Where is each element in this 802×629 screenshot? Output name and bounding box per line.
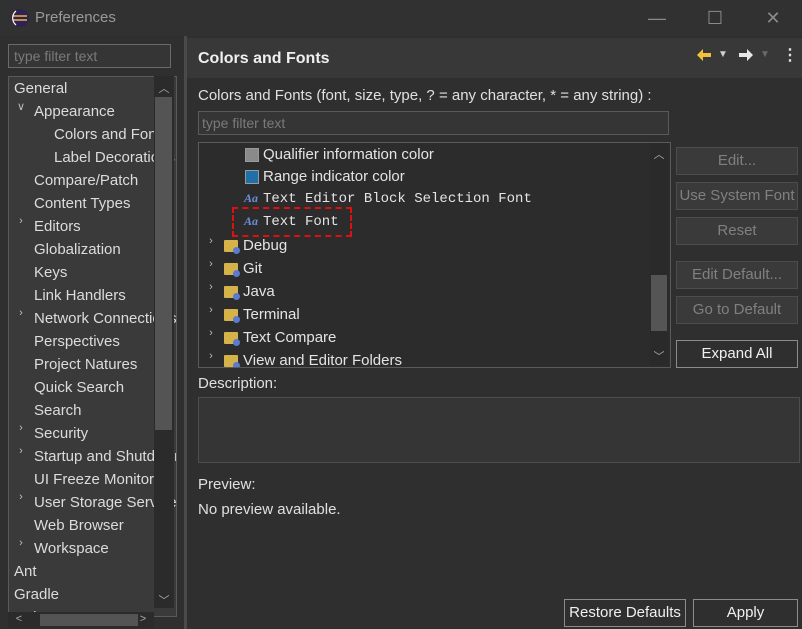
tree-item[interactable]: Globalization — [34, 238, 121, 261]
tree-item[interactable]: Keys — [34, 261, 67, 284]
expand-all-button[interactable]: Expand All — [676, 340, 798, 368]
category-folder-icon — [224, 263, 240, 277]
color-swatch-icon — [245, 170, 259, 184]
maximize-button[interactable]: ☐ — [692, 2, 738, 34]
colors-tree-scrollbar[interactable] — [650, 143, 668, 365]
chevron-right-icon[interactable]: › — [204, 258, 218, 281]
go-to-default-button[interactable]: Go to Default — [676, 296, 798, 324]
color-swatch-icon — [245, 148, 259, 162]
filter-hint: Colors and Fonts (font, size, type, ? = … — [198, 87, 652, 104]
tree-item[interactable]: Gradle — [14, 583, 59, 606]
restore-defaults-button[interactable]: Restore Defaults — [564, 599, 686, 627]
chevron-right-icon[interactable]: › — [204, 327, 218, 350]
category-folder-icon — [224, 332, 240, 346]
preview-label: Preview: — [198, 476, 256, 493]
tree-item[interactable]: General — [14, 77, 67, 100]
category-folder-icon — [224, 355, 240, 367]
chevron-right-icon[interactable]: › — [204, 281, 218, 304]
chevron-right-icon[interactable]: › — [14, 537, 28, 560]
tree-item[interactable]: Workspace — [34, 537, 109, 560]
category-item[interactable]: View and Editor Folders — [243, 350, 402, 367]
back-menu-chevron-icon[interactable]: ▼ — [718, 49, 728, 60]
tree-item[interactable]: Project Natures — [34, 353, 137, 376]
tree-item[interactable]: Ant — [14, 560, 37, 583]
colors-tree-scroll-thumb[interactable] — [651, 275, 667, 331]
tree-item[interactable]: Compare/Patch — [34, 169, 138, 192]
tree-item[interactable]: Link Handlers — [34, 284, 126, 307]
category-folder-icon — [224, 240, 240, 254]
chevron-right-icon[interactable]: › — [204, 235, 218, 258]
category-item[interactable]: Debug — [243, 235, 287, 257]
apply-button[interactable]: Apply — [693, 599, 798, 627]
chevron-right-icon[interactable]: › — [14, 422, 28, 445]
chevron-right-icon[interactable]: › — [14, 215, 28, 238]
scroll-right-icon[interactable]: > — [136, 613, 150, 625]
chevron-right-icon[interactable]: › — [14, 445, 28, 468]
category-folder-icon — [224, 309, 240, 323]
pane-divider[interactable] — [184, 36, 187, 629]
category-item[interactable]: Terminal — [243, 304, 300, 326]
color-item[interactable]: Qualifier information color — [263, 144, 434, 166]
annotation-highlight-box — [232, 207, 352, 237]
font-icon: Aa — [244, 191, 259, 205]
page-title: Colors and Fonts — [198, 50, 330, 67]
tree-item[interactable]: Search — [34, 399, 82, 422]
tree-item[interactable]: Colors and Fonts — [54, 123, 168, 146]
edit-default-button[interactable]: Edit Default... — [676, 261, 798, 289]
tree-item[interactable]: Security — [34, 422, 88, 445]
minimize-button[interactable]: — — [634, 2, 680, 34]
chevron-right-icon[interactable]: › — [14, 491, 28, 514]
tree-item[interactable]: Web Browser — [34, 514, 124, 537]
title-bar — [0, 0, 802, 36]
preference-tree: General ∨ Appearance Colors and Fonts Label … — [8, 76, 177, 617]
edit-button[interactable]: Edit... — [676, 147, 798, 175]
tree-hscroll-thumb[interactable] — [40, 614, 138, 626]
tree-scroll-thumb[interactable] — [155, 97, 172, 430]
colors-filter-input[interactable] — [198, 111, 669, 135]
reset-button[interactable]: Reset — [676, 217, 798, 245]
scroll-left-icon[interactable]: < — [12, 613, 26, 625]
colors-fonts-tree: Qualifier information color Range indicat… — [198, 142, 671, 368]
description-label: Description: — [198, 375, 278, 392]
forward-arrow-icon[interactable] — [738, 48, 754, 62]
scroll-down-icon[interactable]: ﹀ — [156, 592, 172, 608]
close-button[interactable]: ✕ — [750, 2, 796, 34]
chevron-right-icon[interactable]: › — [14, 307, 28, 330]
window-title: Preferences — [35, 9, 116, 26]
forward-menu-chevron-icon[interactable]: ▼ — [760, 49, 770, 60]
eclipse-icon — [11, 9, 29, 27]
category-item[interactable]: Java — [243, 281, 275, 303]
description-box — [198, 397, 800, 463]
tree-item[interactable]: Editors — [34, 215, 81, 238]
tree-item[interactable]: Quick Search — [34, 376, 124, 399]
tree-item[interactable]: Content Types — [34, 192, 130, 215]
chevron-right-icon[interactable]: › — [204, 350, 218, 367]
category-item[interactable]: Git — [243, 258, 262, 280]
category-item[interactable]: Text Compare — [243, 327, 336, 349]
chevron-right-icon[interactable]: › — [204, 304, 218, 327]
scroll-up-icon[interactable]: ︿ — [156, 80, 172, 96]
category-folder-icon — [224, 286, 240, 300]
vertical-dots-icon[interactable]: ⋮ — [782, 45, 798, 65]
tree-item[interactable]: Perspectives — [34, 330, 120, 353]
left-filter-input[interactable] — [8, 44, 171, 68]
back-arrow-icon[interactable] — [696, 48, 712, 62]
preview-text: No preview available. — [198, 501, 341, 518]
scroll-up-icon[interactable]: ︿ — [651, 146, 667, 162]
chevron-down-icon[interactable]: ∨ — [14, 100, 28, 123]
color-item[interactable]: Range indicator color — [263, 166, 405, 188]
tree-item[interactable]: Appearance — [34, 100, 115, 123]
use-system-font-button[interactable]: Use System Font — [676, 182, 798, 210]
scroll-down-icon[interactable]: ﹀ — [651, 348, 667, 364]
